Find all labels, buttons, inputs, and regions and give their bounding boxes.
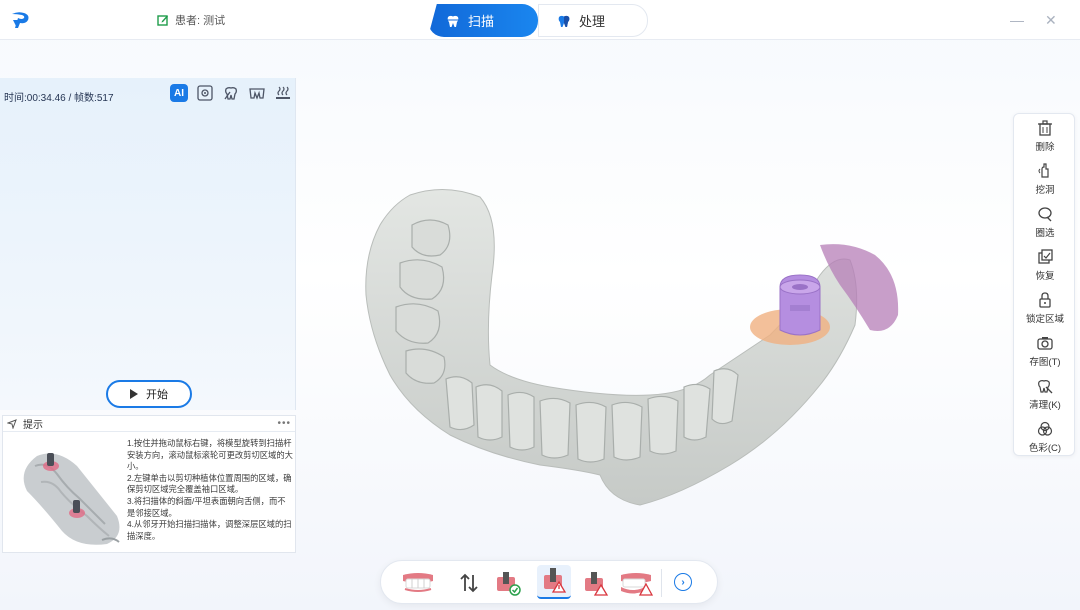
color-tool[interactable]: 色彩(C) bbox=[1014, 421, 1076, 454]
scan-step-toolbar: › bbox=[380, 560, 718, 604]
panel-tools: AI bbox=[170, 84, 292, 102]
mode-tabs: 扫描 处理 bbox=[428, 4, 648, 37]
ai-icon[interactable]: AI bbox=[170, 84, 188, 102]
send-icon bbox=[7, 418, 17, 429]
minimize-button[interactable]: — bbox=[1010, 12, 1024, 28]
close-button[interactable]: ✕ bbox=[1045, 12, 1057, 29]
more-options-icon[interactable]: ••• bbox=[277, 418, 291, 429]
play-icon bbox=[130, 389, 138, 399]
tab-process-label: 处理 bbox=[579, 14, 606, 29]
title-bar: 患者: 测试 扫描 处理 — ✕ bbox=[0, 0, 1080, 40]
lock-region-tool[interactable]: 锁定区域 bbox=[1014, 292, 1076, 325]
tab-scan[interactable]: 扫描 bbox=[428, 4, 538, 37]
start-label: 开始 bbox=[146, 389, 168, 401]
implant-check-icon[interactable] bbox=[493, 569, 521, 597]
clean-tool[interactable]: 清理(K) bbox=[1014, 378, 1076, 411]
tip-line: 4.从邻牙开始扫描扫描体，调整深层区域的扫描深度。 bbox=[127, 519, 292, 541]
save-image-label: 存图(T) bbox=[1029, 357, 1061, 368]
patient-label: 患者: 测试 bbox=[175, 15, 226, 27]
tip-header: 提示 ••• bbox=[3, 416, 295, 432]
tip-instructions: 1.按住并拖动鼠标右键，将模型旋转到扫描杆安装方向，滚动鼠标滚轮可更改剪切区域的… bbox=[127, 438, 293, 542]
scan-preview-panel: 时间:00:34.46 / 帧数:517 AI 开始 bbox=[0, 78, 296, 410]
implant-scan-step[interactable] bbox=[537, 565, 571, 599]
implant-illustration bbox=[23, 453, 120, 545]
edit-icon bbox=[157, 15, 168, 26]
lock-region-label: 锁定区域 bbox=[1025, 314, 1064, 325]
restore-tool[interactable]: 恢复 bbox=[1014, 249, 1076, 282]
dig-hole-icon bbox=[1038, 163, 1049, 178]
restore-icon bbox=[1038, 249, 1053, 264]
dental-scan-model[interactable] bbox=[350, 175, 910, 515]
implant-warning-icon[interactable] bbox=[581, 569, 609, 597]
lasso-tool[interactable]: 圈选 bbox=[1014, 206, 1076, 239]
clean-label: 清理(K) bbox=[1029, 400, 1061, 411]
save-image-tool[interactable]: 存图(T) bbox=[1014, 335, 1076, 368]
tip-line: 2.左键单击以剪切种植体位置周围的区域，确保剪切区域完全覆盖袖口区域。 bbox=[127, 472, 292, 495]
delete-label: 删除 bbox=[1035, 142, 1055, 153]
dig-hole-label: 挖洞 bbox=[1035, 185, 1055, 196]
next-step-button[interactable]: › bbox=[674, 573, 692, 591]
teeth-icon[interactable] bbox=[248, 84, 266, 102]
dig-hole-tool[interactable]: 挖洞 bbox=[1014, 163, 1076, 196]
lock-icon bbox=[1039, 292, 1051, 308]
focus-icon[interactable] bbox=[196, 84, 214, 102]
scan-stats: 时间:00:34.46 / 帧数:517 bbox=[4, 93, 114, 104]
tooth-brush-icon[interactable] bbox=[222, 84, 240, 102]
app-logo-icon bbox=[12, 12, 29, 28]
tip-line: 3.将扫描体的斜面/平坦表面朝向舌侧，而不是邻接区域。 bbox=[127, 495, 286, 518]
upper-jaw-icon[interactable] bbox=[401, 569, 435, 597]
tip-title: 提示 bbox=[23, 420, 43, 431]
restore-label: 恢复 bbox=[1035, 271, 1055, 282]
tip-line: 1.按住并拖动鼠标右键，将模型旋转到扫描杆安装方向，滚动鼠标滚轮可更改剪切区域的… bbox=[127, 438, 293, 472]
lower-jaw-warning-icon[interactable] bbox=[619, 569, 653, 597]
patient-info[interactable]: 患者: 测试 bbox=[157, 12, 225, 28]
start-button[interactable]: 开始 bbox=[106, 380, 192, 408]
trash-icon bbox=[1038, 120, 1052, 136]
lasso-label: 圈选 bbox=[1035, 228, 1055, 239]
camera-icon bbox=[1037, 337, 1053, 350]
edit-toolbar: 删除 挖洞 圈选 恢复 锁定区域 存图(T) 清理(K) 色彩(C) bbox=[1013, 113, 1075, 456]
color-icon bbox=[1037, 421, 1053, 436]
tab-scan-label: 扫描 bbox=[468, 14, 495, 29]
tooth-process-icon bbox=[558, 15, 570, 27]
tip-panel: 提示 ••• 1.按住并拖动鼠标右键，将模型旋转到扫描杆安装方向，滚动鼠标滚轮可… bbox=[2, 415, 296, 553]
clean-icon bbox=[1038, 380, 1053, 394]
implant-scan-icon bbox=[544, 568, 567, 593]
tab-process[interactable]: 处理 bbox=[538, 4, 648, 37]
swap-jaw-icon[interactable] bbox=[455, 569, 483, 597]
delete-tool[interactable]: 删除 bbox=[1014, 120, 1076, 153]
tooth-scan-icon bbox=[447, 15, 459, 27]
color-label: 色彩(C) bbox=[1028, 443, 1062, 454]
lasso-icon bbox=[1038, 207, 1052, 222]
heat-icon[interactable] bbox=[274, 84, 292, 102]
toolbar-divider bbox=[661, 569, 662, 597]
